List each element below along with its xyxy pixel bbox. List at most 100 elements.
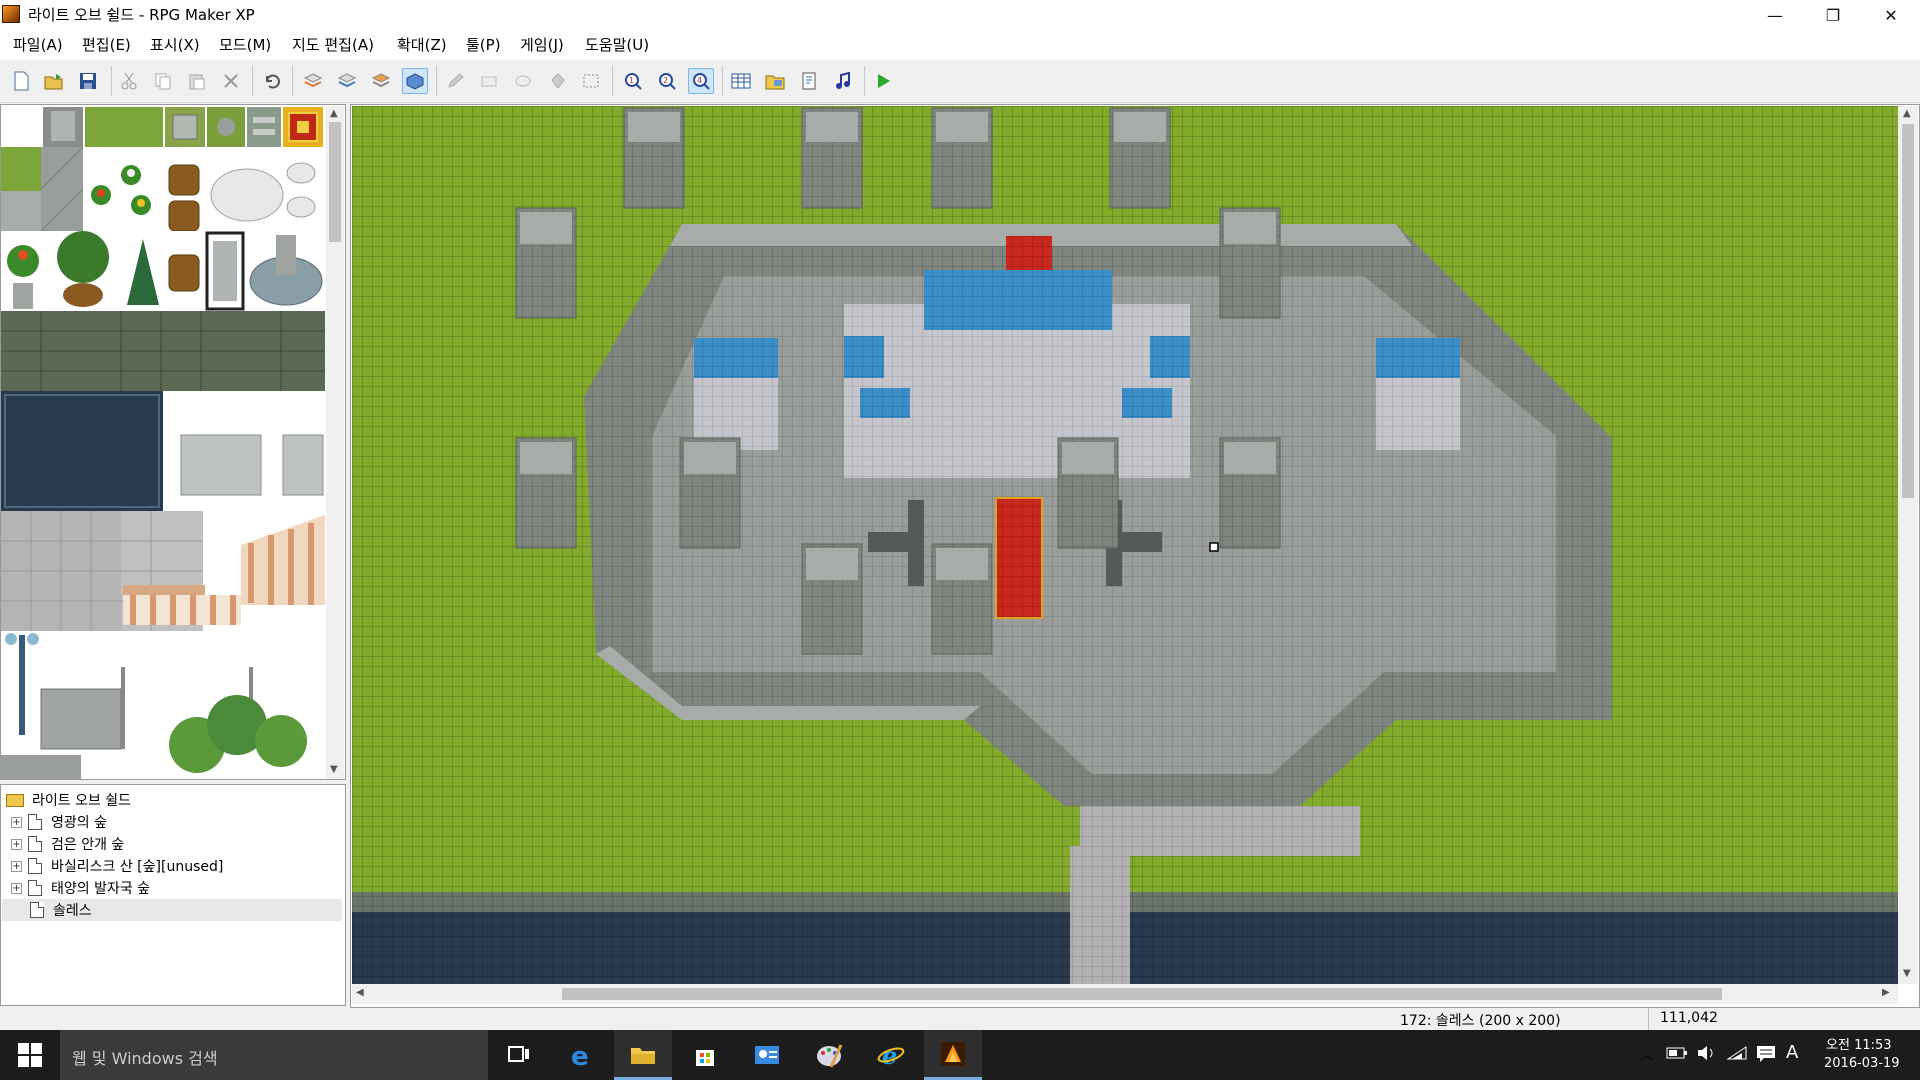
volume-icon[interactable] [1696,1045,1718,1065]
map-icon [28,880,42,896]
map-canvas[interactable] [352,106,1898,984]
layer-3-icon[interactable] [368,68,394,94]
tileset-image[interactable] [1,105,325,779]
paint-icon[interactable] [800,1030,858,1080]
menu-help[interactable]: 도움말(U) [585,34,649,55]
map-vertical-scrollbar[interactable]: ▲ ▼ [1898,106,1918,984]
fill-icon[interactable] [544,68,570,94]
event-cursor[interactable] [1209,542,1219,552]
undo-icon[interactable] [258,68,284,94]
menu-file[interactable]: 파일(A) [13,34,63,55]
event-layer-icon[interactable] [402,68,428,94]
menu-zoom[interactable]: 확대(Z) [397,34,447,55]
database-icon[interactable] [728,68,754,94]
menu-edit[interactable]: 편집(E) [82,34,131,55]
menu-mode[interactable]: 모드(M) [219,34,271,55]
new-project-icon[interactable] [8,68,34,94]
restore-button[interactable]: ❐ [1810,0,1856,30]
menu-view[interactable]: 표시(X) [150,34,200,55]
tower-top [684,442,736,474]
scroll-right-icon[interactable]: ▶ [1882,987,1890,998]
tree-item[interactable]: + 바실리스크 산 [숲][unused] [0,855,344,877]
notification-icon[interactable] [1756,1045,1776,1067]
paste-icon[interactable] [184,68,210,94]
map-hscroll-thumb[interactable] [562,988,1722,1000]
delete-icon[interactable] [218,68,244,94]
clock-ampm: 오전 [1826,1038,1850,1053]
tree-item[interactable]: + 검은 안개 숲 [0,833,344,855]
tree-item[interactable]: + 태양의 발자국 숲 [0,877,344,899]
tree-root-label: 라이트 오브 쉴드 [32,793,132,809]
title-bar [0,0,1920,31]
palace-roof [924,270,1112,330]
taskbar-search[interactable]: 웹 및 Windows 검색 [60,1030,488,1080]
select-icon[interactable] [578,68,604,94]
svg-text:e: e [882,1041,897,1069]
map-vscroll-thumb[interactable] [1902,124,1914,498]
internet-explorer-icon[interactable]: e [862,1030,920,1080]
contacts-icon[interactable] [738,1030,796,1080]
zoom-1-icon[interactable]: 1 [620,68,646,94]
castle-map[interactable] [352,106,1898,984]
scroll-up-icon[interactable]: ▲ [1903,108,1911,119]
scroll-down-icon[interactable]: ▼ [1903,968,1911,979]
task-view-icon[interactable] [490,1030,548,1080]
map-info-status: 172: 솔레스 (200 x 200) [1400,1013,1561,1029]
tileset-panel[interactable] [0,104,346,780]
edge-icon[interactable]: e [552,1030,610,1080]
expand-icon[interactable]: + [11,860,22,872]
scroll-up-icon[interactable]: ▲ [330,108,338,119]
roof [844,336,884,378]
tree-item[interactable]: + 영광의 숲 [0,811,344,833]
sound-test-icon[interactable] [830,68,856,94]
svg-text:2: 2 [663,76,668,85]
clock-time[interactable]: 오전 11:53 [1826,1034,1892,1053]
app-icon[interactable] [2,5,20,23]
save-project-icon[interactable] [75,68,101,94]
store-icon[interactable] [676,1030,734,1080]
tileset-scroll-thumb[interactable] [329,122,341,242]
file-explorer-icon[interactable] [614,1030,672,1080]
zoom-4-icon[interactable]: 4 [688,68,714,94]
pencil-icon[interactable] [442,68,468,94]
toolbar-separator [722,66,723,96]
minimize-button[interactable]: — [1752,0,1798,30]
expand-icon[interactable]: + [11,838,22,850]
tree-item-selected[interactable]: 솔레스 [2,899,342,921]
menu-tools[interactable]: 툴(P) [466,34,501,55]
map-horizontal-scrollbar[interactable]: ◀ ▶ [352,984,1898,1004]
expand-icon[interactable]: + [11,882,22,894]
cut-icon[interactable] [116,68,142,94]
tower-top [936,112,988,142]
clock-date[interactable]: 2016-03-19 [1824,1056,1900,1071]
ime-indicator[interactable]: A [1786,1042,1798,1063]
menu-map-edit[interactable]: 지도 편집(A) [292,34,374,55]
ellipse-icon[interactable] [510,68,536,94]
rpg-maker-icon[interactable] [924,1030,982,1080]
battery-icon[interactable] [1666,1046,1688,1064]
tower-top [806,548,858,580]
windows-start-icon[interactable] [18,1043,42,1071]
layer-2-icon[interactable] [334,68,360,94]
layer-1-icon[interactable] [300,68,326,94]
wifi-icon[interactable] [1726,1045,1748,1065]
tileset-scrollbar[interactable]: ▲ ▼ [326,106,344,778]
scroll-down-icon[interactable]: ▼ [330,764,338,775]
tower-top [806,112,858,142]
zoom-2-icon[interactable]: 2 [654,68,680,94]
rectangle-icon[interactable] [476,68,502,94]
expand-icon[interactable]: + [11,816,22,828]
close-button[interactable]: ✕ [1868,0,1914,30]
materials-icon[interactable] [762,68,788,94]
scroll-left-icon[interactable]: ◀ [356,987,364,998]
script-editor-icon[interactable] [796,68,822,94]
open-project-icon[interactable] [41,68,67,94]
tray-chevron-icon[interactable]: ︿ [1640,1044,1653,1063]
menu-game[interactable]: 게임(J) [520,34,564,55]
copy-icon[interactable] [150,68,176,94]
status-divider [1648,1008,1649,1030]
playtest-icon[interactable] [870,68,896,94]
toolbar-separator [436,66,437,96]
tree-root[interactable]: 라이트 오브 쉴드 [0,789,344,811]
roof [1122,388,1172,418]
